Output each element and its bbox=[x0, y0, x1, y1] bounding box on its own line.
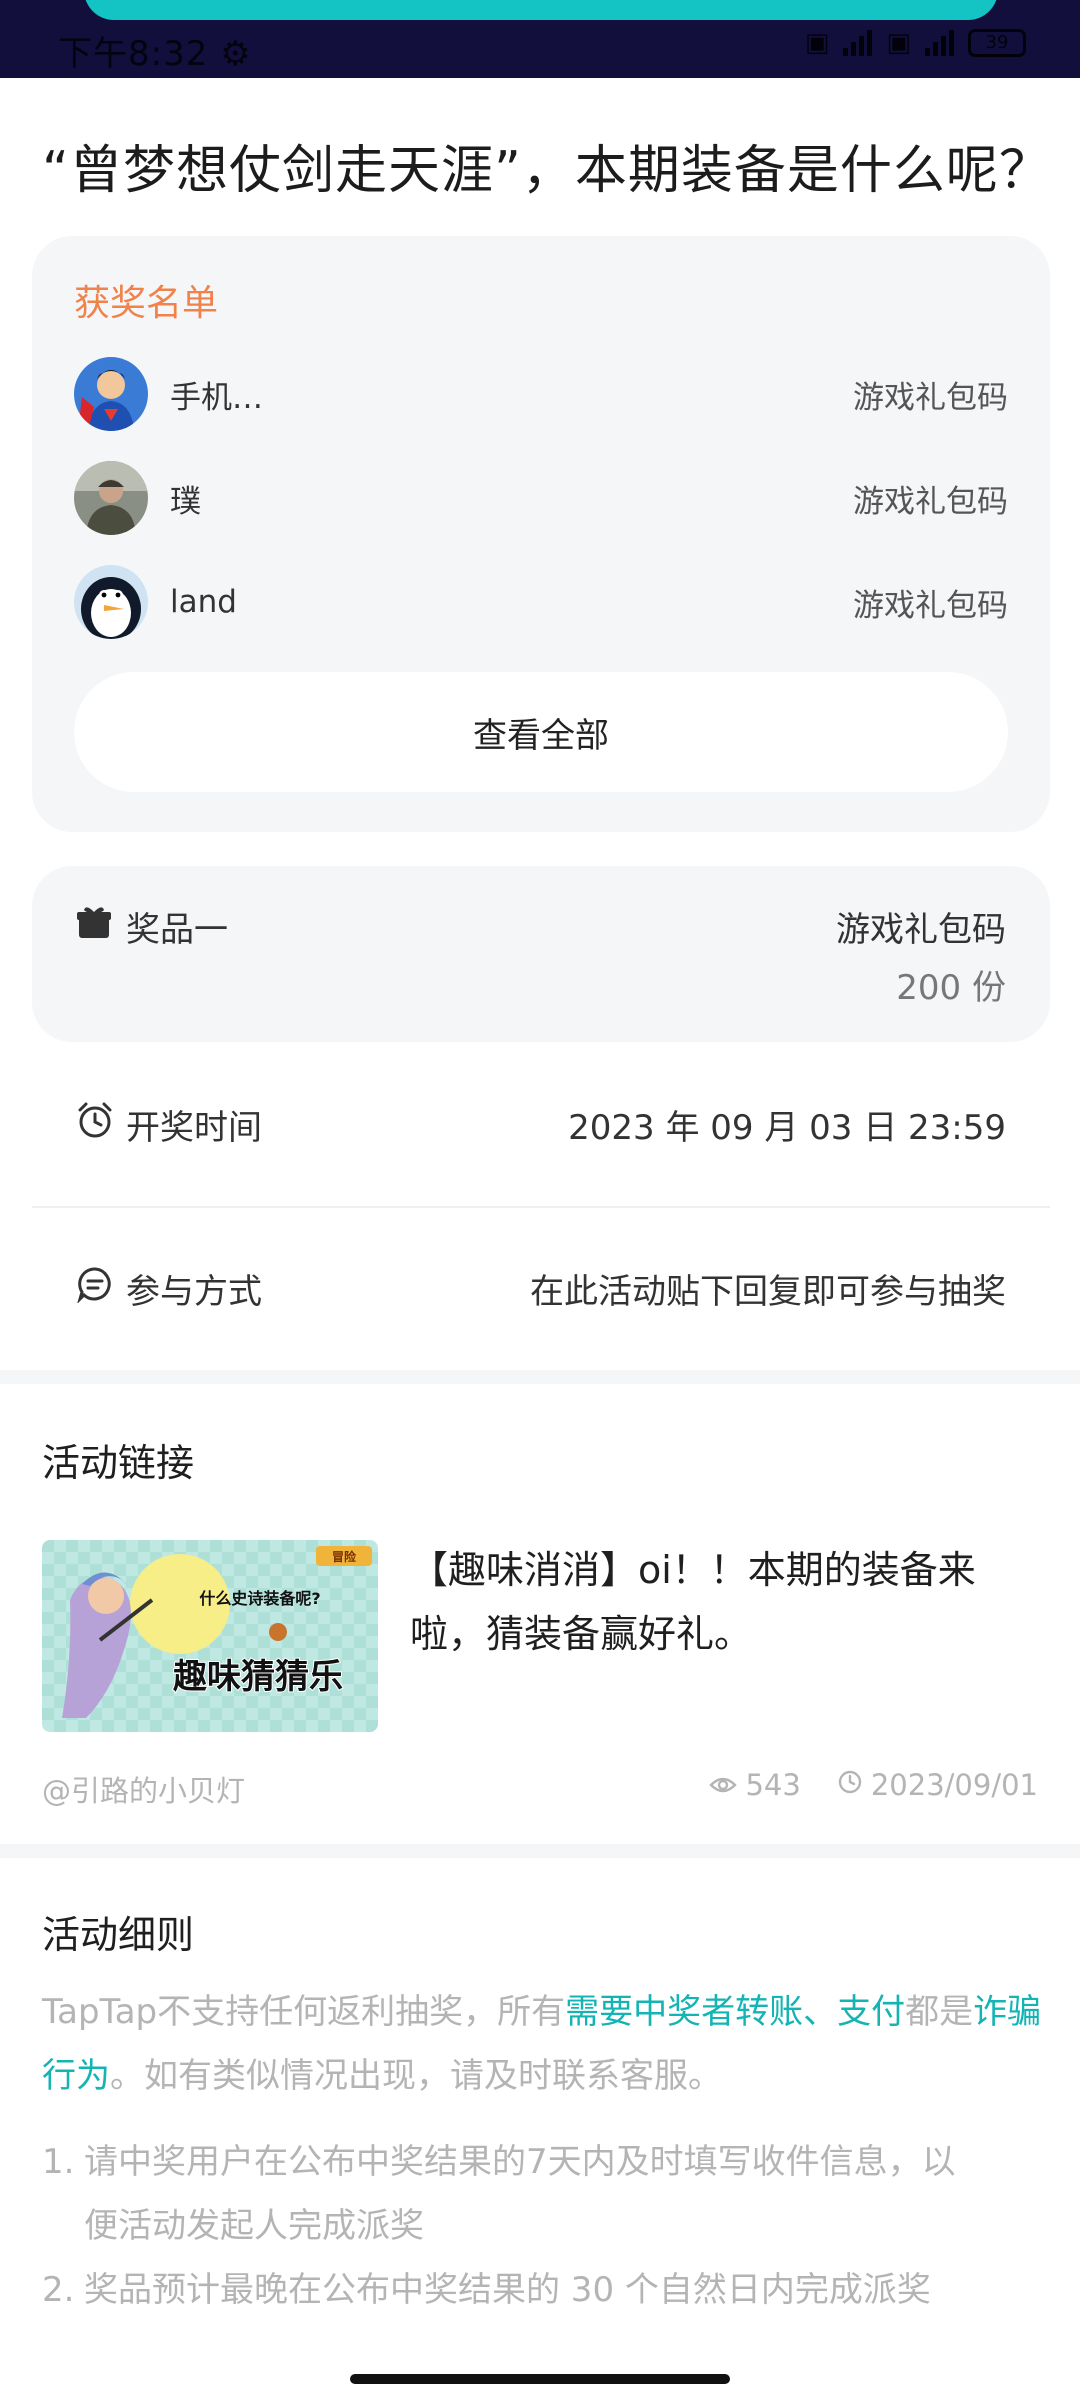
draw-time-value: 2023 年 09 月 03 日 23:59 bbox=[568, 1107, 1006, 1148]
winner-prize: 游戏礼包码 bbox=[853, 587, 1008, 624]
section-divider bbox=[0, 1844, 1080, 1858]
rules-intro-text: 都是 bbox=[905, 1992, 974, 2032]
status-time: 下午8:32 ⚙ bbox=[58, 34, 252, 74]
activity-author[interactable]: @引路的小贝灯 bbox=[42, 1768, 245, 1810]
winner-row[interactable]: 璞 游戏礼包码 bbox=[74, 458, 1008, 538]
page-title: “曾梦想仗剑走天涯”，本期装备是什么呢？ bbox=[42, 141, 1052, 201]
prize-quantity: 200 份 bbox=[896, 968, 1006, 1008]
participation-row: 参与方式 在此活动贴下回复即可参与抽奖 bbox=[32, 1238, 1050, 1338]
winner-name: 手机… bbox=[170, 379, 263, 416]
prize-card: 奖品一 游戏礼包码 200 份 bbox=[32, 866, 1050, 1042]
rule-number: 1. bbox=[42, 2142, 75, 2182]
svg-text:什么史诗装备呢?: 什么史诗装备呢? bbox=[199, 1589, 320, 1608]
svg-text:冒险: 冒险 bbox=[332, 1549, 357, 1564]
rule-text: 奖品预计最晚在公布中奖结果的 30 个自然日内完成派奖 bbox=[84, 2270, 931, 2310]
rules-highlight-payment: 需要中奖者转账、支付 bbox=[565, 1992, 906, 2032]
winner-name: land bbox=[170, 584, 237, 620]
rules-intro: TapTap不支持任何返利抽奖，所有需要中奖者转账、支付都是诈骗行为。如有类似情… bbox=[42, 1980, 1042, 2108]
status-icons: ▣ ▣ 39 bbox=[805, 28, 1026, 58]
avatar[interactable] bbox=[74, 461, 148, 535]
prize-label: 奖品一 bbox=[126, 910, 228, 950]
view-all-button[interactable]: 查看全部 bbox=[74, 672, 1008, 792]
participation-label-group: 参与方式 bbox=[76, 1264, 530, 1313]
rules-heading: 活动细则 bbox=[42, 1913, 195, 1957]
activity-link-title[interactable]: 【趣味消消】oi！！本期的装备来啦，猜装备赢好礼。 bbox=[410, 1538, 1040, 1666]
divider bbox=[32, 1206, 1050, 1208]
winners-card: 获奖名单 手机… 游戏礼包码 璞 游戏礼包码 land 游戏礼包码 查看全部 bbox=[32, 236, 1050, 832]
winner-row[interactable]: 手机… 游戏礼包码 bbox=[74, 354, 1008, 434]
participation-value: 在此活动贴下回复即可参与抽奖 bbox=[530, 1271, 1006, 1312]
hd-icon: ▣ bbox=[804, 28, 830, 58]
rule-item: 1. 请中奖用户在公布中奖结果的7天内及时填写收件信息，以 便活动发起人完成派奖 bbox=[42, 2130, 1052, 2258]
top-banner-pill bbox=[84, 0, 998, 20]
rule-item: 2. 奖品预计最晚在公布中奖结果的 30 个自然日内完成派奖 bbox=[42, 2258, 1052, 2322]
avatar[interactable] bbox=[74, 357, 148, 431]
rules-intro-text: TapTap不支持任何返利抽奖，所有 bbox=[42, 1992, 566, 2032]
rules-intro-text: 。如有类似情况出现，请及时联系客服。 bbox=[110, 2056, 722, 2096]
winner-prize: 游戏礼包码 bbox=[853, 483, 1008, 520]
battery-icon: 39 bbox=[968, 29, 1026, 57]
eye-icon bbox=[709, 1768, 738, 1802]
prize-name: 游戏礼包码 bbox=[836, 910, 1006, 950]
activity-thumbnail[interactable]: 冒险 什么史诗装备呢? 趣味猜猜乐 bbox=[42, 1540, 378, 1732]
draw-time-label-group: 开奖时间 bbox=[76, 1100, 568, 1149]
winner-name: 璞 bbox=[170, 483, 201, 520]
clock-icon bbox=[837, 1768, 863, 1802]
views-count: 543 bbox=[745, 1768, 801, 1802]
draw-time-row: 开奖时间 2023 年 09 月 03 日 23:59 bbox=[32, 1074, 1050, 1174]
winner-prize: 游戏礼包码 bbox=[853, 379, 1008, 416]
chat-bubble-icon bbox=[76, 1265, 114, 1312]
views-meta: 543 bbox=[709, 1768, 801, 1802]
signal-icon bbox=[843, 30, 873, 56]
participation-label: 参与方式 bbox=[126, 1271, 262, 1312]
date-meta: 2023/09/01 bbox=[837, 1768, 1038, 1802]
svg-text:趣味猜猜乐: 趣味猜猜乐 bbox=[173, 1657, 343, 1697]
post-date: 2023/09/01 bbox=[870, 1768, 1038, 1802]
status-bar: 下午8:32 ⚙ ▣ ▣ 39 bbox=[0, 0, 1080, 78]
home-indicator[interactable] bbox=[350, 2374, 730, 2384]
winners-heading: 获奖名单 bbox=[74, 283, 219, 324]
prize-label-group: 奖品一 bbox=[76, 902, 228, 951]
signal-icon-2 bbox=[925, 30, 954, 56]
rule-text: 请中奖用户在公布中奖结果的7天内及时填写收件信息，以 bbox=[84, 2142, 956, 2182]
winner-row[interactable]: land 游戏礼包码 bbox=[74, 562, 1008, 642]
activity-meta: 543 2023/09/01 bbox=[709, 1768, 1038, 1802]
hd-icon-2: ▣ bbox=[886, 28, 911, 58]
activity-link-heading: 活动链接 bbox=[42, 1441, 195, 1485]
gift-icon bbox=[76, 904, 112, 949]
section-divider bbox=[0, 1370, 1080, 1384]
draw-time-label: 开奖时间 bbox=[126, 1107, 262, 1148]
alarm-clock-icon bbox=[76, 1101, 114, 1148]
rule-number: 2. bbox=[42, 2270, 75, 2310]
rule-text-continued: 便活动发起人完成派奖 bbox=[84, 2206, 424, 2246]
avatar[interactable] bbox=[74, 565, 148, 639]
